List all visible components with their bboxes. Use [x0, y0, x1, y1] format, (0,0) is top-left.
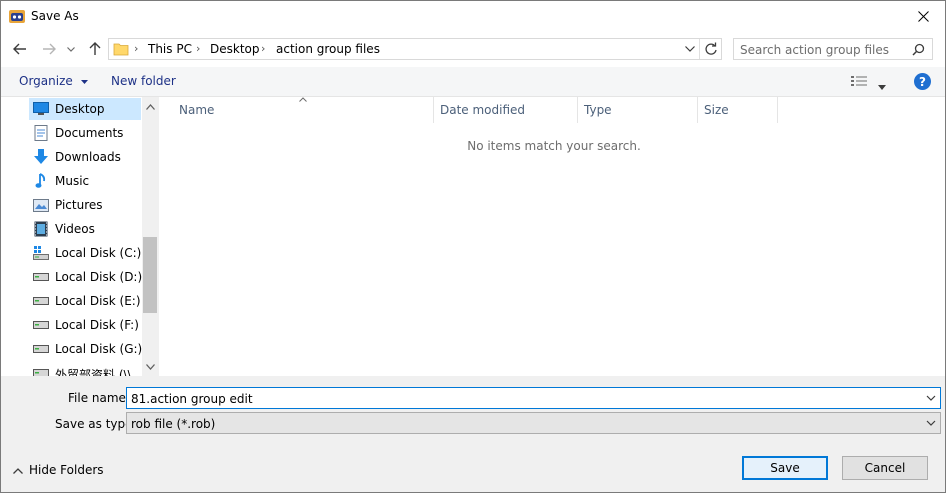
scrollbar-thumb[interactable]	[143, 237, 157, 313]
nav-item-label: Documents	[55, 126, 124, 140]
nav-item-label: Local Disk (E:)	[55, 294, 141, 308]
nav-item-label: Videos	[55, 222, 95, 236]
recent-locations-button[interactable]	[64, 39, 78, 59]
nav-item-label: Pictures	[55, 198, 103, 212]
help-icon[interactable]: ?	[914, 73, 931, 90]
close-icon	[917, 11, 929, 22]
arrow-left-icon	[13, 43, 26, 55]
network-drive-icon	[33, 365, 49, 376]
nav-item-local-disk-e[interactable]: Local Disk (E:)	[29, 290, 141, 312]
nav-item-videos[interactable]: Videos	[29, 218, 141, 240]
nav-item-documents[interactable]: Documents	[29, 122, 141, 144]
arrow-up-icon	[89, 42, 101, 55]
drive-icon	[33, 293, 49, 309]
address-bar[interactable]: › This PC › Desktop › action group files	[108, 38, 722, 60]
drive-icon	[33, 269, 49, 285]
chevron-down-icon[interactable]	[685, 46, 695, 52]
file-name-input[interactable]	[131, 391, 911, 406]
nav-item-label: 外贸部资料 (\\	[55, 368, 132, 376]
search-input[interactable]	[740, 42, 910, 57]
title-bar: Save As	[1, 1, 945, 32]
organize-button[interactable]: Organize	[19, 74, 88, 88]
nav-item-music[interactable]: Music	[29, 170, 141, 192]
nav-item-label: Local Disk (C:)	[55, 246, 142, 260]
navigation-scrollbar[interactable]	[142, 97, 159, 376]
search-icon[interactable]	[912, 43, 925, 56]
breadcrumb-desktop[interactable]: Desktop	[210, 42, 260, 56]
forward-button[interactable]	[39, 39, 59, 59]
chevron-down-icon	[926, 420, 936, 426]
nav-item-network-drive[interactable]: 外贸部资料 (\\	[29, 362, 141, 376]
folder-icon	[113, 43, 129, 56]
hide-folders-label: Hide Folders	[29, 463, 104, 477]
breadcrumb-action-group-files[interactable]: action group files	[276, 42, 380, 56]
chevron-up-icon[interactable]	[146, 104, 155, 110]
nav-item-local-disk-g[interactable]: Local Disk (G:)	[29, 338, 143, 360]
chevron-down-icon[interactable]	[146, 364, 155, 370]
up-button[interactable]	[85, 39, 105, 59]
navigation-pane: Desktop Documents Downloads Music Pictur…	[1, 97, 159, 376]
save-as-type-value: rob file (*.rob)	[131, 417, 216, 431]
search-box[interactable]	[733, 38, 933, 60]
nav-item-label: Local Disk (G:)	[55, 342, 143, 356]
column-header-date-modified[interactable]: Date modified	[434, 97, 578, 123]
documents-icon	[33, 125, 49, 141]
videos-icon	[33, 221, 49, 237]
arrow-right-icon	[43, 43, 56, 55]
nav-item-pictures[interactable]: Pictures	[29, 194, 141, 216]
nav-item-local-disk-f[interactable]: Local Disk (F:)	[29, 314, 141, 336]
breadcrumb-this-pc[interactable]: This PC	[148, 42, 192, 56]
pictures-icon	[33, 197, 49, 213]
file-list[interactable]: Name Date modified Type Size No items ma…	[159, 97, 945, 376]
nav-item-label: Music	[55, 174, 90, 188]
breadcrumb-separator: ›	[134, 42, 139, 55]
save-as-type-select[interactable]: rob file (*.rob)	[126, 412, 941, 434]
hide-folders-button[interactable]: Hide Folders	[13, 463, 104, 477]
refresh-icon[interactable]	[704, 42, 718, 56]
breadcrumb-separator: ›	[196, 42, 201, 55]
chevron-down-icon[interactable]	[926, 393, 936, 403]
view-options-button[interactable]	[851, 75, 867, 90]
nav-item-local-disk-d[interactable]: Local Disk (D:)	[29, 266, 143, 288]
desktop-icon	[33, 101, 49, 117]
organize-label: Organize	[19, 74, 73, 88]
nav-item-local-disk-c[interactable]: Local Disk (C:)	[29, 242, 141, 264]
drive-icon	[33, 341, 49, 357]
caret-down-icon	[878, 85, 886, 90]
close-button[interactable]	[900, 1, 945, 32]
cancel-button[interactable]: Cancel	[842, 456, 928, 480]
empty-state-message: No items match your search.	[467, 139, 641, 153]
save-as-dialog: Save As › This PC › Desktop › action gro…	[0, 0, 946, 493]
view-dropdown-button[interactable]	[878, 79, 886, 93]
back-button[interactable]	[10, 39, 30, 59]
system-drive-icon	[33, 245, 49, 261]
drive-icon	[33, 317, 49, 333]
nav-item-downloads[interactable]: Downloads	[29, 146, 141, 168]
column-header-type[interactable]: Type	[578, 97, 698, 123]
file-name-combobox[interactable]	[126, 387, 941, 409]
music-icon	[33, 173, 49, 189]
nav-item-label: Downloads	[55, 150, 121, 164]
save-as-type-label: Save as type:	[55, 417, 137, 431]
chevron-down-icon	[67, 46, 75, 52]
downloads-icon	[33, 149, 49, 165]
app-icon	[9, 8, 25, 24]
file-name-label: File name:	[68, 391, 130, 405]
command-bar: Organize New folder ?	[1, 67, 945, 97]
caret-down-icon	[80, 79, 88, 84]
save-button[interactable]: Save	[742, 456, 828, 480]
window-title: Save As	[31, 9, 79, 23]
nav-item-desktop[interactable]: Desktop	[29, 98, 141, 120]
breadcrumb-separator: ›	[261, 42, 266, 55]
column-header-name[interactable]: Name	[173, 97, 434, 123]
column-header-size[interactable]: Size	[698, 97, 778, 123]
details-view-icon	[851, 76, 867, 86]
nav-item-label: Local Disk (D:)	[55, 270, 143, 284]
nav-item-label: Desktop	[55, 102, 105, 116]
chevron-up-icon	[13, 467, 23, 474]
new-folder-button[interactable]: New folder	[111, 74, 176, 88]
divider	[699, 39, 700, 59]
nav-item-label: Local Disk (F:)	[55, 318, 139, 332]
